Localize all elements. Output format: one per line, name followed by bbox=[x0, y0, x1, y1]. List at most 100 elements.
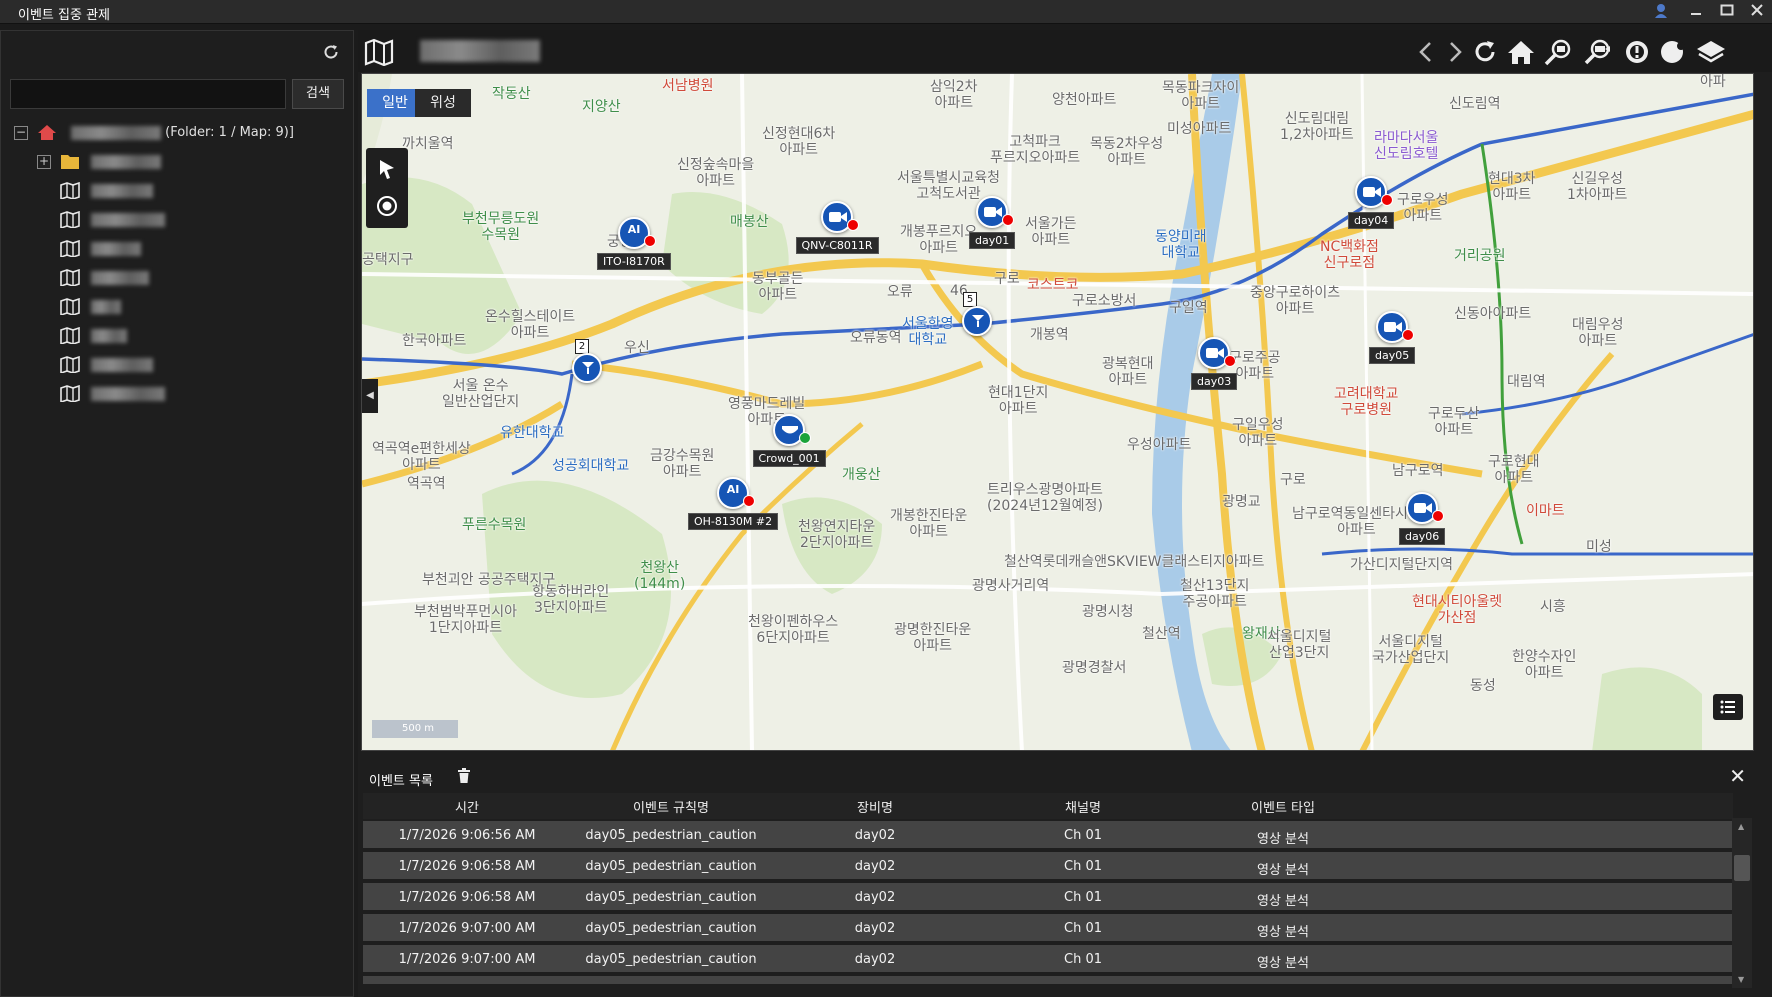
event-cell: day02 bbox=[854, 890, 896, 905]
search-input[interactable] bbox=[10, 79, 286, 109]
map-place-label: 구일우성 아파트 bbox=[1232, 417, 1284, 449]
camera-marker[interactable] bbox=[773, 414, 811, 448]
camera-label: ITO-I8170R bbox=[597, 253, 671, 270]
layers-icon[interactable] bbox=[1695, 38, 1725, 66]
tree-item-label bbox=[91, 154, 161, 169]
tree-map-item[interactable] bbox=[1, 380, 355, 408]
map-place-label: 신도림역 bbox=[1449, 96, 1501, 112]
tree-folder[interactable]: + bbox=[1, 148, 355, 176]
pointer-icon[interactable] bbox=[376, 158, 398, 184]
map-place-label: 고척파크 푸르지오아파트 bbox=[990, 134, 1081, 166]
camera-label: day05 bbox=[1369, 347, 1416, 364]
column-header[interactable]: 이벤트 규칙명 bbox=[633, 797, 709, 816]
camera-marker[interactable]: AI bbox=[717, 477, 755, 511]
column-header[interactable]: 시간 bbox=[455, 797, 479, 816]
map-place-label: 미성아파트 bbox=[1167, 121, 1232, 137]
event-row[interactable]: 1/7/2026 9:06:58 AM day05_pedestrian_caut… bbox=[363, 883, 1733, 912]
map-place-label: 중앙구로하이츠 아파트 bbox=[1250, 285, 1341, 317]
camera-marker[interactable] bbox=[821, 201, 859, 235]
home-icon bbox=[37, 124, 57, 141]
map-place-label: 역곡역e편한세상 아파트 bbox=[372, 441, 471, 473]
map-place-label: NC백화점 신구로점 bbox=[1320, 239, 1379, 271]
home-icon[interactable] bbox=[1507, 38, 1535, 66]
face-icon[interactable] bbox=[1659, 38, 1687, 66]
tree-map-item[interactable] bbox=[1, 293, 355, 321]
tree-map-item[interactable] bbox=[1, 206, 355, 234]
search-button[interactable]: 검색 bbox=[292, 79, 344, 109]
camera-marker[interactable] bbox=[1376, 311, 1414, 345]
minimize-icon[interactable] bbox=[1685, 3, 1707, 21]
map-place-label: 대림역 bbox=[1507, 374, 1546, 390]
camera-group-marker[interactable] bbox=[962, 306, 996, 340]
trash-icon[interactable] bbox=[457, 768, 471, 784]
camera-group-marker[interactable] bbox=[572, 353, 606, 387]
event-list-scrollbar[interactable]: ▲ ▼ bbox=[1732, 818, 1752, 988]
tree-map-item[interactable] bbox=[1, 322, 355, 350]
camera-icon bbox=[829, 212, 847, 222]
collapse-icon[interactable]: − bbox=[14, 126, 28, 140]
expand-icon[interactable]: + bbox=[37, 155, 51, 169]
event-row[interactable]: 1/7/2026 9:07:00 AM day05_pedestrian_caut… bbox=[363, 945, 1733, 974]
close-icon[interactable] bbox=[1746, 3, 1768, 21]
event-row[interactable]: 1/7/2026 9:07:00 AM day05_pedestrian_caut… bbox=[363, 914, 1733, 943]
map-icon bbox=[60, 210, 80, 230]
collapse-panel-handle[interactable]: ◀ bbox=[362, 379, 378, 413]
user-icon[interactable] bbox=[1650, 3, 1672, 21]
refresh-icon[interactable] bbox=[1471, 38, 1499, 66]
column-header[interactable]: 장비명 bbox=[857, 797, 893, 816]
event-row[interactable]: 1/7/2026 9:06:58 AM day05_pedestrian_caut… bbox=[363, 852, 1733, 881]
zoom-search-icon[interactable] bbox=[1543, 38, 1571, 66]
alarm-icon[interactable] bbox=[1623, 38, 1651, 66]
map-view[interactable]: 일반 위성 ◀ 작동산 서남병원 지양산 삼익2차 아파트 양천아파트 목동파크자이 아파… bbox=[361, 73, 1754, 751]
event-cell: day02 bbox=[854, 859, 896, 874]
camera-marker[interactable]: AI bbox=[618, 217, 656, 251]
event-cell: 1/7/2026 9:06:58 AM bbox=[398, 890, 536, 905]
event-row-partial bbox=[363, 976, 1733, 986]
camera-marker[interactable] bbox=[1198, 337, 1236, 371]
event-list-title: 이벤트 목록 bbox=[369, 774, 433, 789]
map-icon[interactable] bbox=[364, 38, 394, 67]
camera-label: OH-8130M #2 bbox=[688, 513, 779, 530]
event-cell: day02 bbox=[854, 828, 896, 843]
camera-marker[interactable] bbox=[1355, 176, 1393, 210]
map-place-label: 구로두산 아파트 bbox=[1428, 406, 1480, 438]
column-header[interactable]: 이벤트 타입 bbox=[1251, 797, 1315, 816]
status-dot bbox=[1381, 194, 1393, 206]
map-place-label: 서울가든 아파트 bbox=[1025, 216, 1077, 248]
forward-icon[interactable] bbox=[1441, 38, 1469, 66]
map-place-label: 신도림대림 1,2차아파트 bbox=[1280, 111, 1354, 143]
list-icon[interactable] bbox=[1713, 694, 1743, 720]
event-cell: 영상 분석 bbox=[1257, 956, 1309, 971]
camera-marker[interactable] bbox=[1406, 492, 1444, 526]
scroll-up-icon[interactable]: ▲ bbox=[1738, 822, 1744, 831]
tree-map-item[interactable] bbox=[1, 235, 355, 263]
map-place-label: 부천무릉도원 수목원 bbox=[462, 211, 540, 243]
camera-search-icon[interactable] bbox=[1583, 38, 1611, 66]
camera-label: day01 bbox=[969, 232, 1016, 249]
maximize-icon[interactable] bbox=[1716, 3, 1738, 21]
refresh-icon[interactable] bbox=[321, 43, 341, 63]
map-place-label: 작동산 bbox=[492, 86, 531, 102]
tree-item-label bbox=[91, 183, 153, 198]
map-place-label: 철산역롯데캐슬앤SKVIEW클래스티지아파트 bbox=[1004, 554, 1265, 570]
scroll-down-icon[interactable]: ▼ bbox=[1738, 975, 1744, 984]
tree-root[interactable]: − (Folder: 1 / Map: 9)] bbox=[1, 119, 355, 147]
map-place-label: 개웅산 bbox=[842, 467, 881, 483]
map-place-label: 삼익2차 아파트 bbox=[930, 79, 978, 111]
map-place-label: 한국아파트 bbox=[402, 333, 467, 349]
map-place-label: 이마트 bbox=[1526, 503, 1565, 519]
close-icon[interactable]: ✕ bbox=[1729, 764, 1746, 788]
column-header[interactable]: 채널명 bbox=[1065, 797, 1101, 816]
target-icon[interactable] bbox=[375, 194, 399, 222]
tree-map-item[interactable] bbox=[1, 351, 355, 379]
back-icon[interactable] bbox=[1412, 38, 1440, 66]
camera-marker[interactable] bbox=[976, 196, 1014, 230]
camera-icon bbox=[1206, 348, 1224, 358]
status-dot bbox=[1402, 329, 1414, 341]
event-cell: Ch 01 bbox=[1064, 890, 1102, 905]
event-row[interactable]: 1/7/2026 9:06:56 AM day05_pedestrian_caut… bbox=[363, 821, 1733, 850]
tree-map-item[interactable] bbox=[1, 177, 355, 205]
tree-map-item[interactable] bbox=[1, 264, 355, 292]
tab-satellite-map[interactable]: 위성 bbox=[415, 89, 471, 117]
scrollbar-thumb[interactable] bbox=[1734, 855, 1750, 881]
